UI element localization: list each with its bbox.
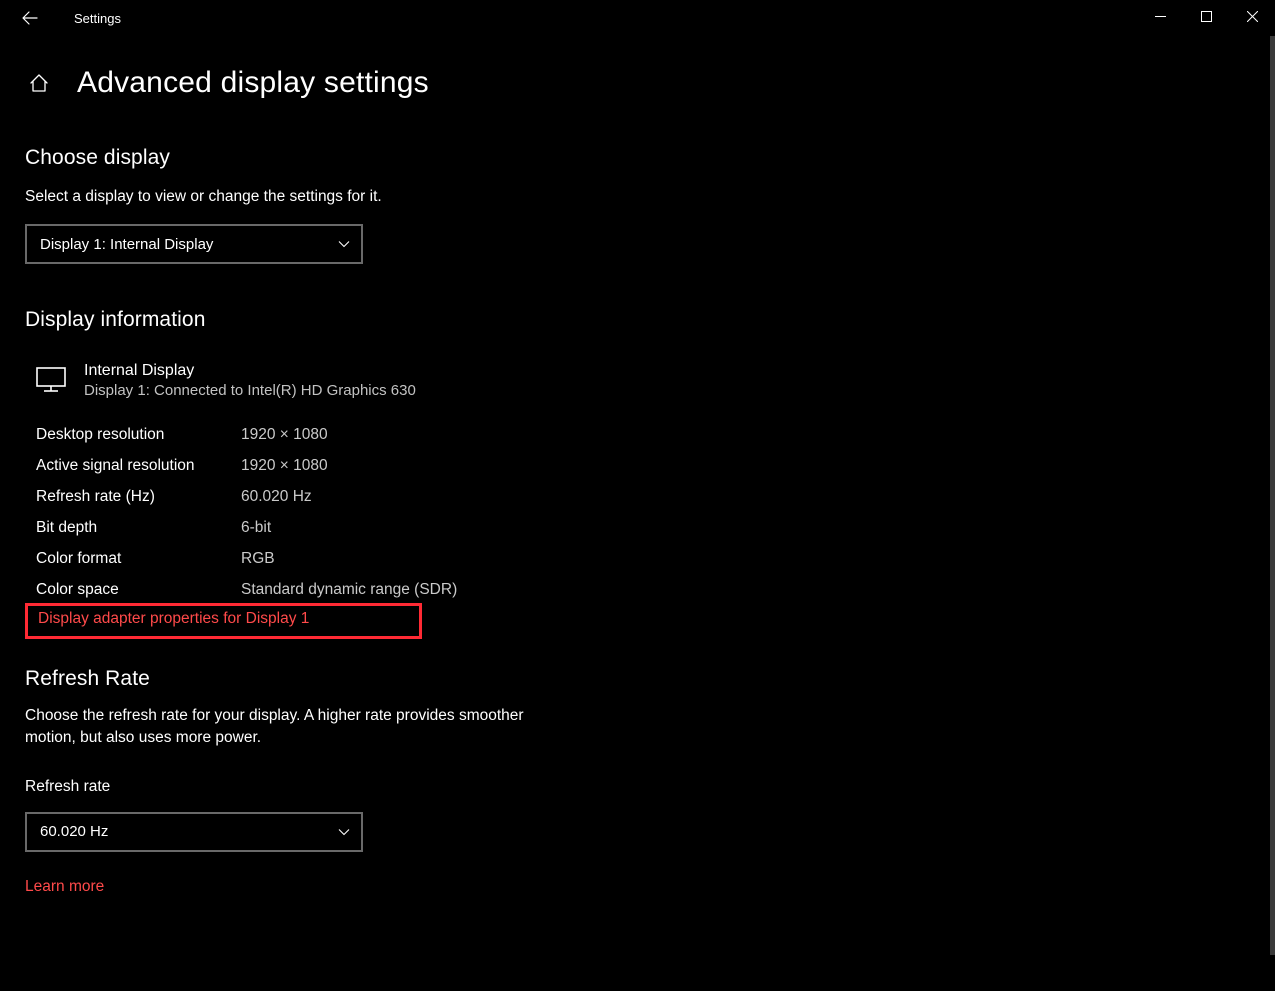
table-row: Refresh rate (Hz) 60.020 Hz (36, 481, 1235, 512)
display-connection: Display 1: Connected to Intel(R) HD Grap… (84, 382, 416, 399)
choose-display-description: Select a display to view or change the s… (25, 188, 1235, 206)
highlighted-box: Display adapter properties for Display 1 (25, 603, 422, 639)
display-selector-dropdown[interactable]: Display 1: Internal Display (25, 224, 363, 264)
display-info-table: Desktop resolution 1920 × 1080 Active si… (36, 419, 1235, 639)
refresh-rate-value: 60.020 Hz (40, 823, 108, 840)
minimize-icon (1155, 11, 1166, 22)
info-value: Standard dynamic range (SDR) (241, 581, 457, 599)
info-label: Active signal resolution (36, 457, 241, 475)
info-value: 6-bit (241, 519, 271, 537)
back-button[interactable] (14, 2, 46, 34)
refresh-rate-dropdown[interactable]: 60.020 Hz (25, 812, 363, 852)
info-value: 60.020 Hz (241, 488, 312, 506)
scrollbar[interactable] (1270, 36, 1275, 955)
display-name: Internal Display (84, 362, 416, 380)
minimize-button[interactable] (1137, 0, 1183, 32)
display-info-block: Internal Display Display 1: Connected to… (25, 362, 1235, 399)
info-label: Color space (36, 581, 241, 599)
titlebar: Settings (0, 0, 1275, 36)
info-label: Bit depth (36, 519, 241, 537)
close-button[interactable] (1229, 0, 1275, 32)
info-value: 1920 × 1080 (241, 426, 328, 444)
monitor-icon (36, 367, 66, 397)
table-row: Color format RGB (36, 543, 1235, 574)
page-header: Advanced display settings (0, 66, 1275, 100)
refresh-rate-description: Choose the refresh rate for your display… (25, 705, 525, 750)
page-title: Advanced display settings (77, 66, 429, 100)
window-controls (1137, 0, 1275, 32)
arrow-left-icon (22, 10, 38, 26)
maximize-button[interactable] (1183, 0, 1229, 32)
home-icon (28, 72, 50, 94)
chevron-down-icon (338, 238, 350, 250)
info-value: RGB (241, 550, 275, 568)
display-selector-value: Display 1: Internal Display (40, 236, 213, 253)
home-button[interactable] (25, 69, 53, 97)
info-label: Desktop resolution (36, 426, 241, 444)
refresh-rate-heading: Refresh Rate (25, 667, 1235, 691)
refresh-rate-field-label: Refresh rate (25, 778, 1235, 796)
display-adapter-properties-link[interactable]: Display adapter properties for Display 1 (38, 610, 309, 627)
choose-display-heading: Choose display (25, 146, 1235, 170)
display-information-heading: Display information (25, 308, 1235, 332)
main-content: Choose display Select a display to view … (0, 146, 1275, 896)
chevron-down-icon (338, 826, 350, 838)
maximize-icon (1201, 11, 1212, 22)
info-label: Color format (36, 550, 241, 568)
table-row: Color space Standard dynamic range (SDR) (36, 574, 1235, 605)
learn-more-link[interactable]: Learn more (25, 878, 104, 896)
table-row: Active signal resolution 1920 × 1080 (36, 450, 1235, 481)
close-icon (1247, 11, 1258, 22)
window-title: Settings (74, 11, 121, 26)
table-row: Desktop resolution 1920 × 1080 (36, 419, 1235, 450)
info-label: Refresh rate (Hz) (36, 488, 241, 506)
table-row: Bit depth 6-bit (36, 512, 1235, 543)
info-value: 1920 × 1080 (241, 457, 328, 475)
